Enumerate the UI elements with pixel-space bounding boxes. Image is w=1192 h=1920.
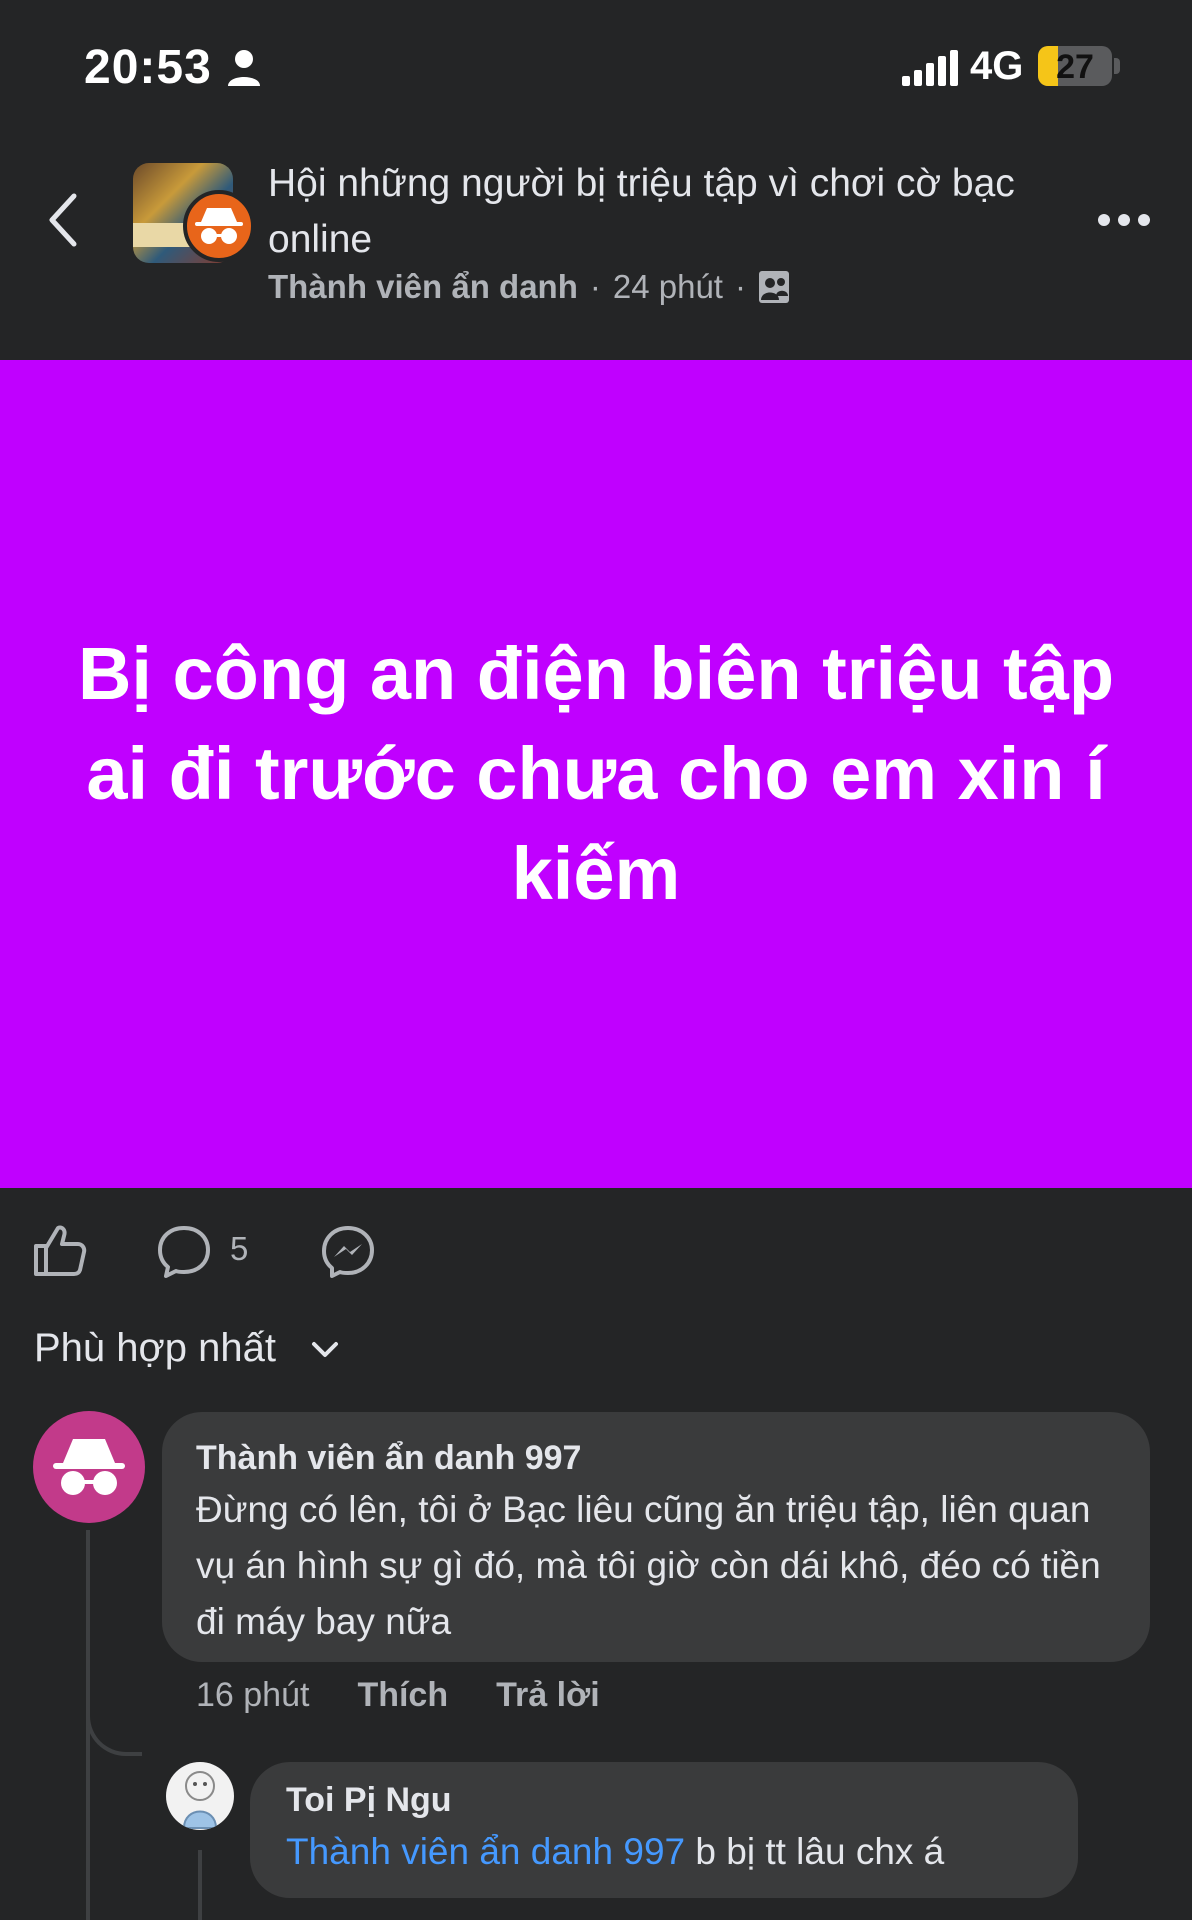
status-time: 20:53 xyxy=(84,41,212,94)
chevron-left-icon[interactable] xyxy=(44,190,84,250)
avatar-illustration xyxy=(182,1771,218,1829)
incognito-icon xyxy=(195,208,243,244)
sort-selector[interactable]: Phù hợp nhất xyxy=(34,1326,276,1371)
battery-percent: 27 xyxy=(1056,48,1094,86)
thread-line xyxy=(198,1850,202,1920)
reply-bubble[interactable]: Toi Pị Ngu Thành viên ẩn danh 997 b bị t… xyxy=(250,1762,1078,1898)
reply-body: b bị tt lâu chx á xyxy=(685,1831,945,1872)
group-members-icon xyxy=(758,271,789,303)
reply-text: Thành viên ẩn danh 997 b bị tt lâu chx á xyxy=(286,1824,1042,1880)
post-meta: Thành viên ẩn danh · 24 phút · xyxy=(268,268,790,306)
group-title[interactable]: Hội những người bị triệu tập vì chơi cờ … xyxy=(268,156,1068,268)
comment-time[interactable]: 16 phút xyxy=(196,1676,309,1715)
messenger-share-icon[interactable] xyxy=(320,1224,376,1280)
comment-text: Đừng có lên, tôi ở Bạc liêu cũng ăn triệ… xyxy=(196,1489,1101,1642)
like-icon[interactable] xyxy=(32,1222,88,1278)
signal-icon xyxy=(902,50,958,86)
chevron-down-icon[interactable] xyxy=(310,1340,340,1360)
battery-indicator: 27 xyxy=(1038,46,1112,86)
person-icon xyxy=(228,50,260,86)
mention-link[interactable]: Thành viên ẩn danh 997 xyxy=(286,1831,685,1872)
comment-actions: 16 phút Thích Trả lời xyxy=(196,1676,600,1715)
post-text: Bị công an điện biên triệu tập ai đi trư… xyxy=(77,632,1115,915)
post-author[interactable]: Thành viên ẩn danh xyxy=(268,268,578,306)
post-banner[interactable]: Bị công an điện biên triệu tập ai đi trư… xyxy=(0,360,1192,1188)
meta-separator: · xyxy=(734,268,746,305)
incognito-icon xyxy=(53,1439,125,1495)
thread-connector xyxy=(86,1700,142,1756)
avatar[interactable] xyxy=(33,1411,145,1523)
avatar[interactable] xyxy=(166,1762,234,1830)
comment-author[interactable]: Thành viên ẩn danh 997 xyxy=(196,1434,1116,1482)
comment-like-button[interactable]: Thích xyxy=(357,1676,448,1715)
network-type: 4G xyxy=(970,44,1024,88)
comment-reply-button[interactable]: Trả lời xyxy=(496,1676,600,1715)
comment-icon[interactable] xyxy=(156,1224,212,1280)
comment-count[interactable]: 5 xyxy=(230,1230,248,1268)
more-dots-icon[interactable] xyxy=(1096,206,1152,234)
comment-bubble[interactable]: Thành viên ẩn danh 997 Đừng có lên, tôi … xyxy=(162,1412,1150,1662)
meta-separator: · xyxy=(589,268,601,305)
anonymous-badge xyxy=(183,190,255,262)
battery-tip xyxy=(1114,58,1120,74)
post-time[interactable]: 24 phút xyxy=(613,268,723,306)
reply-author[interactable]: Toi Pị Ngu xyxy=(286,1776,1042,1824)
